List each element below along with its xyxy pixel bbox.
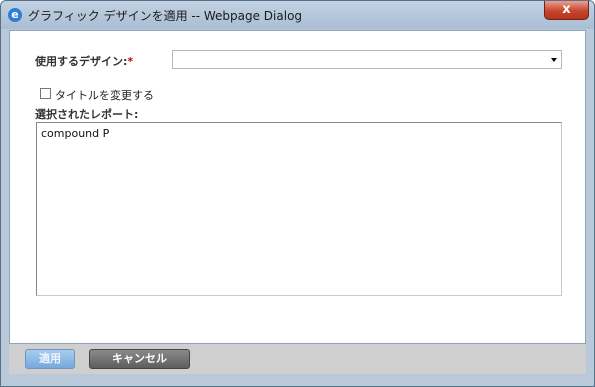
change-title-label[interactable]: タイトルを変更する xyxy=(55,87,154,103)
design-label: 使用するデザイン:* xyxy=(35,53,133,69)
dialog-content: 使用するデザイン:* タイトルを変更する 選択されたレポート: compound… xyxy=(9,30,586,344)
change-title-checkbox[interactable] xyxy=(40,88,51,99)
title-bar[interactable]: e グラフィック デザインを適用 -- Webpage Dialog x xyxy=(1,1,594,29)
window-title: グラフィック デザインを適用 -- Webpage Dialog xyxy=(28,9,303,23)
required-mark: * xyxy=(127,55,134,68)
close-button[interactable]: x xyxy=(544,1,589,20)
apply-button[interactable]: 適用 xyxy=(25,349,75,369)
ie-icon: e xyxy=(8,8,22,22)
dialog-window: e グラフィック デザインを適用 -- Webpage Dialog x 使用す… xyxy=(0,0,595,387)
cancel-button[interactable]: キャンセル xyxy=(89,349,190,369)
list-item[interactable]: compound P xyxy=(41,127,109,140)
selected-reports-list[interactable]: compound P xyxy=(36,122,562,296)
design-select[interactable] xyxy=(172,50,562,69)
chevron-down-icon[interactable] xyxy=(551,58,557,62)
selected-reports-label: 選択されたレポート: xyxy=(35,108,139,121)
button-bar: 適用 キャンセル xyxy=(9,344,586,374)
design-label-text: 使用するデザイン: xyxy=(35,55,128,68)
